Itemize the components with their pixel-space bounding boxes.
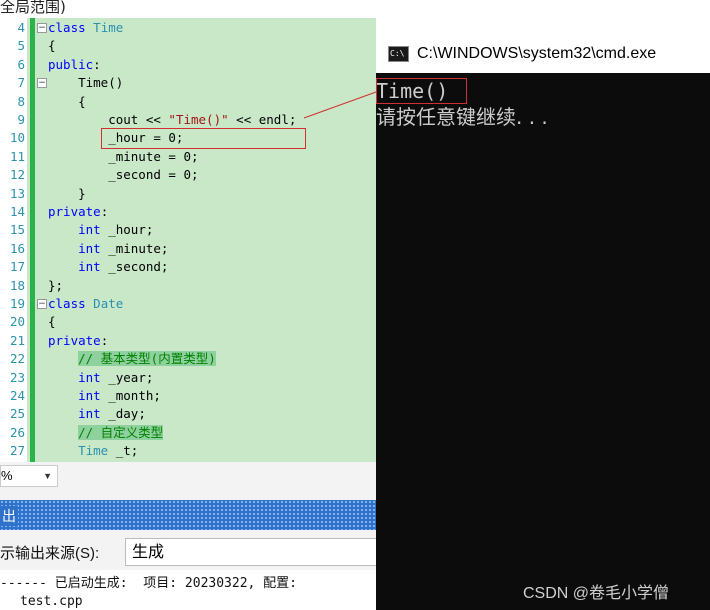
watermark: CSDN @卷毛小学僧	[523, 585, 670, 602]
connector-line	[303, 91, 377, 119]
